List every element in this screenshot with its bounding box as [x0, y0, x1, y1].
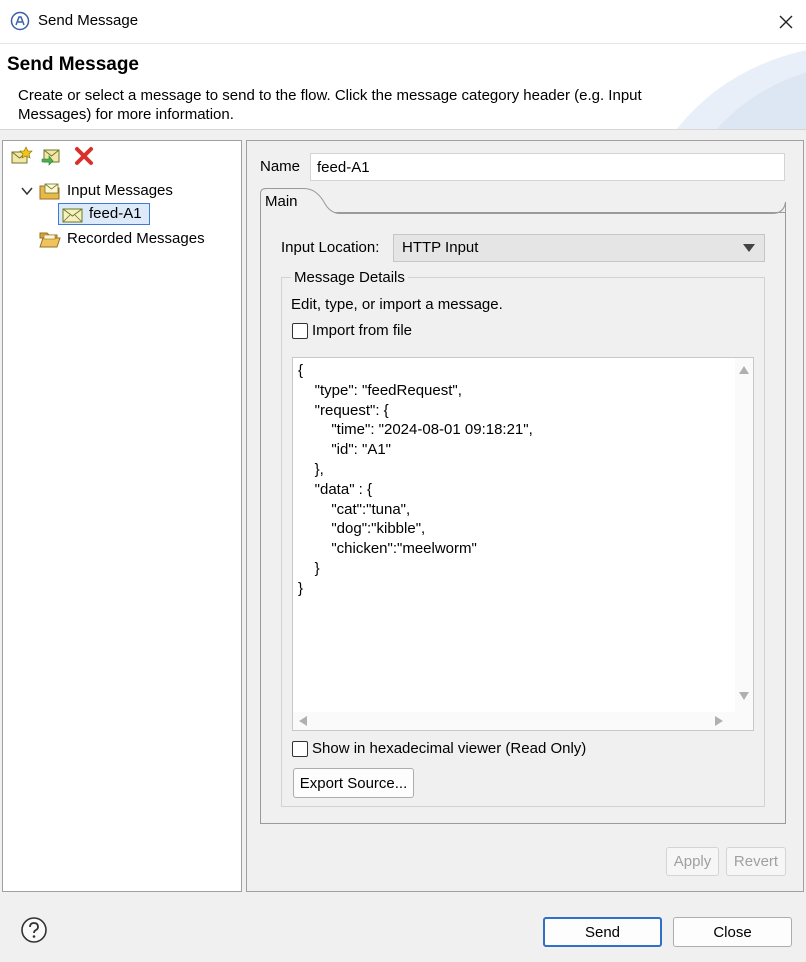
name-label: Name — [260, 158, 301, 175]
hex-viewer-checkbox[interactable] — [292, 741, 308, 757]
tab-outline — [260, 188, 786, 214]
envelope-icon — [62, 208, 83, 223]
dialog-description: Create or select a message to send to th… — [18, 87, 642, 123]
app-icon — [10, 11, 30, 31]
input-location-label: Input Location: — [281, 239, 380, 256]
message-details-hint: Edit, type, or import a message. — [291, 296, 503, 313]
folder-open-icon — [39, 232, 61, 248]
scroll-left-icon[interactable] — [299, 716, 307, 726]
tree-item-feed-a1[interactable]: feed-A1 — [58, 203, 150, 225]
folder-message-icon — [39, 183, 60, 200]
dialog-header: Send Message Create or select a message … — [0, 44, 806, 130]
help-icon[interactable] — [20, 916, 48, 944]
import-from-file-label[interactable]: Import from file — [312, 322, 412, 339]
header-decoration — [676, 50, 806, 129]
hex-viewer-label[interactable]: Show in hexadecimal viewer (Read Only) — [312, 740, 586, 757]
close-icon[interactable] — [772, 8, 800, 36]
tree-item-label: Input Messages — [67, 182, 173, 199]
revert-button[interactable]: Revert — [726, 847, 786, 876]
scroll-up-icon[interactable] — [739, 366, 749, 374]
tree-item-label: Recorded Messages — [67, 230, 205, 247]
horizontal-scrollbar[interactable] — [293, 712, 753, 730]
import-from-file-checkbox[interactable] — [292, 323, 308, 339]
apply-button[interactable]: Apply — [666, 847, 719, 876]
tab-main-label: Main — [265, 193, 298, 210]
message-tree-pane: Input Messages feed-A1 Recorded Messages — [2, 140, 242, 892]
input-location-select[interactable]: HTTP Input — [393, 234, 765, 262]
new-message-icon[interactable] — [11, 146, 33, 166]
export-source-button[interactable]: Export Source... — [293, 768, 414, 798]
vertical-scrollbar[interactable] — [735, 358, 753, 714]
dialog-title: Send Message — [7, 54, 139, 75]
import-message-icon[interactable] — [41, 146, 63, 166]
delete-icon[interactable] — [73, 146, 95, 166]
tab-main[interactable]: Main — [260, 188, 786, 214]
title-bar: Send Message — [0, 0, 806, 44]
tree-item-label: feed-A1 — [89, 205, 142, 222]
scroll-right-icon[interactable] — [715, 716, 723, 726]
chevron-down-icon[interactable] — [21, 186, 33, 196]
name-input[interactable] — [310, 153, 785, 181]
scroll-down-icon[interactable] — [739, 692, 749, 700]
close-button[interactable]: Close — [673, 917, 792, 947]
message-body-text[interactable]: { "type": "feedRequest", "request": { "t… — [298, 361, 533, 599]
window-title: Send Message — [38, 12, 139, 29]
message-body-editor[interactable]: { "type": "feedRequest", "request": { "t… — [292, 357, 754, 731]
dropdown-arrow-icon[interactable] — [742, 243, 756, 253]
message-details-legend: Message Details — [291, 269, 408, 286]
send-button[interactable]: Send — [543, 917, 662, 947]
input-location-value: HTTP Input — [402, 239, 479, 256]
